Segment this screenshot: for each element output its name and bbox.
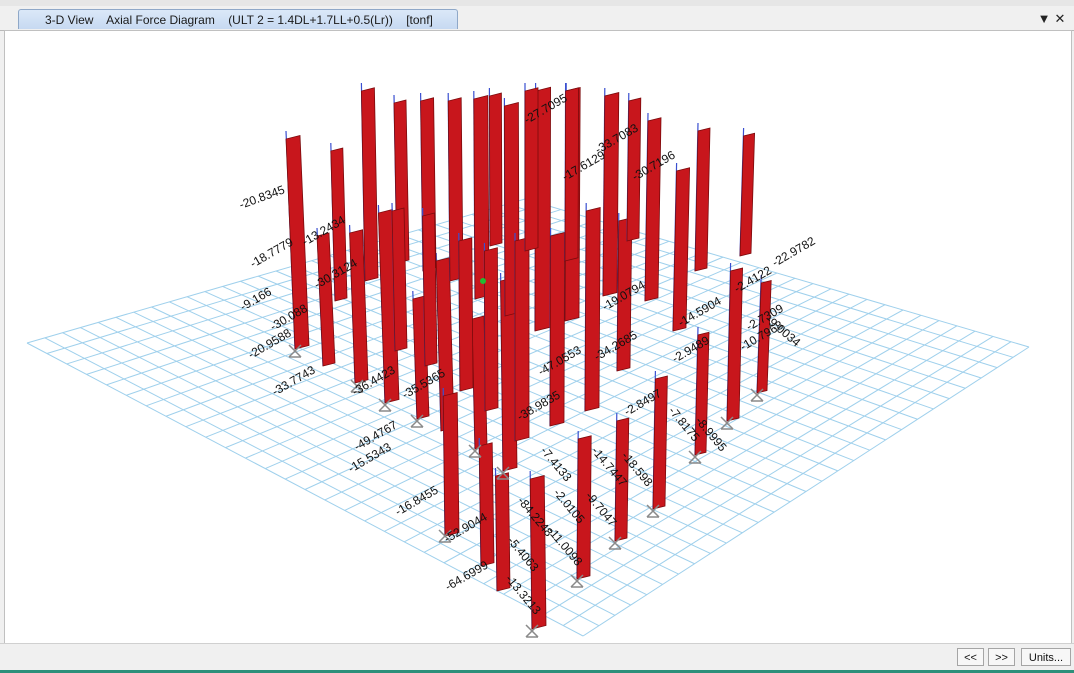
axial-force-label: -18.7779 [248, 235, 296, 271]
next-button[interactable]: >> [988, 648, 1015, 666]
units-button[interactable]: Units... [1021, 648, 1071, 666]
column-force-member [422, 207, 438, 367]
column-force-member [316, 227, 336, 367]
axial-force-band [442, 391, 460, 537]
column-members [285, 82, 772, 630]
column-force-member [488, 87, 503, 247]
tab-diagram-name: Axial Force Diagram [106, 13, 215, 27]
column-force-member [494, 467, 511, 592]
axial-force-band [488, 92, 503, 247]
axial-force-band [458, 237, 474, 392]
column-force-member [694, 122, 711, 272]
axial-force-band [483, 247, 499, 412]
axial-force-band [478, 442, 495, 567]
column-force-member [458, 232, 474, 392]
tab-units: [tonf] [406, 13, 433, 27]
selected-joint-marker [480, 278, 486, 284]
grid-line [562, 341, 1012, 626]
tab-load-combo: (ULT 2 = 1.4DL+1.7LL+0.5(Lr)) [228, 13, 393, 27]
document-tab-bar: 3-D View Axial Force Diagram (ULT 2 = 1.… [0, 6, 1074, 31]
column-force-member [739, 127, 756, 257]
column-force-member [644, 112, 662, 302]
column-force-member [478, 437, 495, 567]
axial-force-label: -9.166 [238, 284, 275, 313]
column-force-member [672, 162, 691, 332]
axial-force-diagram-canvas[interactable]: -20.8345-13.2434-18.7779-30.3124-9.166-2… [5, 31, 1071, 643]
column-force-member [391, 202, 408, 352]
axial-force-band [602, 91, 620, 297]
column-force-member [602, 87, 620, 297]
column-force-member [584, 202, 601, 412]
tab-3d-view-axial-force[interactable]: 3-D View Axial Force Diagram (ULT 2 = 1.… [18, 9, 458, 29]
column-force-member [442, 387, 460, 537]
tab-view-name: 3-D View [45, 13, 94, 27]
axial-force-band [739, 132, 756, 257]
axial-force-band [495, 472, 511, 592]
column-force-member [360, 82, 379, 282]
axial-force-band [584, 206, 601, 412]
axial-force-band [694, 127, 711, 272]
axial-force-band [391, 207, 408, 352]
axial-force-label: -64.6999 [443, 558, 491, 594]
axial-force-band [422, 212, 438, 367]
axial-force-label: -22.9782 [770, 234, 818, 270]
status-bar: << >> Units... [0, 643, 1074, 673]
column-force-member [483, 242, 499, 412]
tab-menu-chevron-down-icon[interactable]: ▼ [1036, 11, 1052, 27]
previous-button[interactable]: << [957, 648, 984, 666]
axial-force-band [316, 232, 336, 367]
axial-force-band [644, 117, 662, 302]
axial-force-label: -20.8345 [237, 182, 287, 211]
close-icon[interactable]: ✕ [1052, 11, 1068, 27]
model-3d-viewport[interactable]: -20.8345 -13.2434 -18.7779 -30.3124 -9.166 -2… [4, 30, 1072, 644]
